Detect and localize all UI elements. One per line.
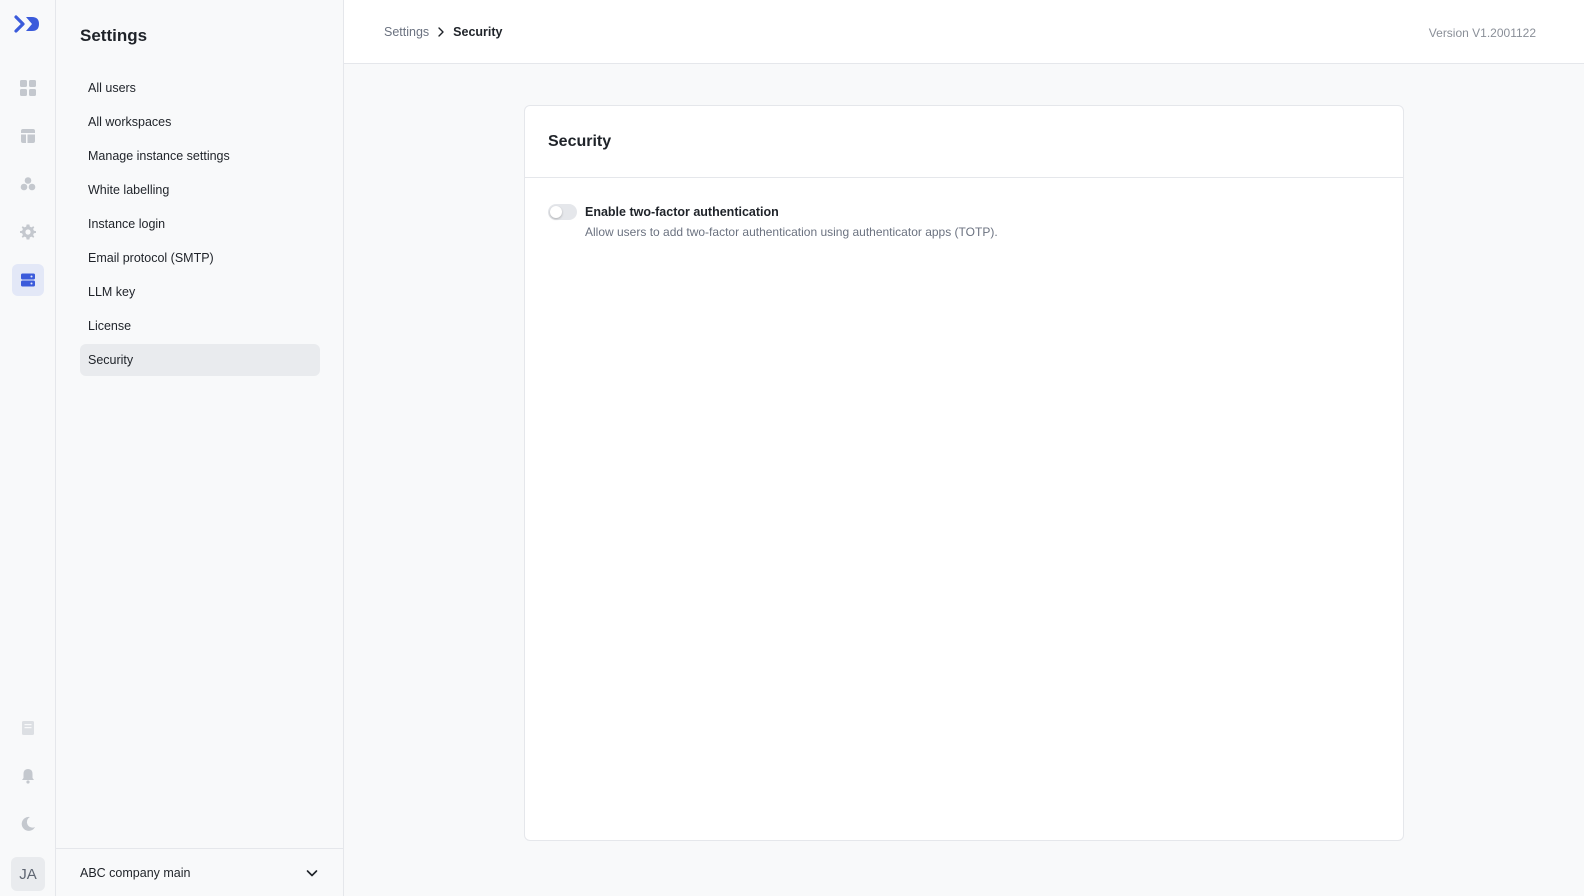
- setting-description: Allow users to add two-factor authentica…: [585, 225, 998, 239]
- sidebar-item-label: White labelling: [88, 183, 170, 197]
- avatar-initials: JA: [19, 865, 37, 883]
- main-content: Settings Security Version V1.2001122 Sec…: [344, 0, 1584, 896]
- sidebar-item-license[interactable]: License: [80, 310, 320, 342]
- setting-text: Enable two-factor authentication Allow u…: [585, 202, 998, 241]
- two-factor-setting: Enable two-factor authentication Allow u…: [548, 202, 998, 241]
- sidebar-item-instance-login[interactable]: Instance login: [80, 208, 320, 240]
- docs-button[interactable]: [12, 712, 44, 744]
- sidebar-item-label: All workspaces: [88, 115, 172, 129]
- settings-button[interactable]: [12, 216, 44, 248]
- workspace-switcher[interactable]: ABC company main: [56, 848, 343, 896]
- sidebar-item-label: License: [88, 319, 132, 333]
- logo-icon[interactable]: [14, 14, 42, 34]
- sidebar-item-label: Email protocol (SMTP): [88, 251, 214, 265]
- sidebar-item-manage-instance-settings[interactable]: Manage instance settings: [80, 140, 320, 172]
- sidebar-item-all-users[interactable]: All users: [80, 72, 320, 104]
- dashboard-button[interactable]: [12, 72, 44, 104]
- tables-button[interactable]: [12, 120, 44, 152]
- moon-icon: [21, 816, 35, 831]
- dashboard-icon: [20, 80, 36, 96]
- server-icon: [21, 273, 35, 287]
- settings-nav: All users All workspaces Manage instance…: [80, 72, 320, 378]
- sidebar-item-label: Instance login: [88, 217, 166, 231]
- avatar[interactable]: JA: [11, 857, 45, 891]
- sidebar-item-email-protocol[interactable]: Email protocol (SMTP): [80, 242, 320, 274]
- sidebar-item-label: Security: [88, 353, 134, 367]
- setting-label: Enable two-factor authentication: [585, 205, 779, 219]
- sidebar-item-label: All users: [88, 81, 136, 95]
- sidebar-item-white-labelling[interactable]: White labelling: [80, 174, 320, 206]
- breadcrumb-parent[interactable]: Settings: [384, 25, 429, 39]
- bell-icon: [22, 769, 34, 784]
- sidebar-item-security[interactable]: Security: [80, 344, 320, 376]
- breadcrumb: Settings Security: [384, 25, 503, 39]
- notifications-button[interactable]: [12, 760, 44, 792]
- card-title: Security: [548, 132, 612, 150]
- sidebar-item-label: Manage instance settings: [88, 149, 230, 163]
- version-label: Version V1.2001122: [1428, 26, 1536, 40]
- breadcrumb-current: Security: [453, 25, 503, 39]
- sidebar-title: Settings: [80, 26, 148, 45]
- top-bar: Settings Security Version V1.2001122: [344, 0, 1584, 64]
- chevron-down-icon: [306, 869, 318, 876]
- groups-button[interactable]: [12, 168, 44, 200]
- sidebar-item-all-workspaces[interactable]: All workspaces: [80, 106, 320, 138]
- theme-toggle-button[interactable]: [12, 808, 44, 840]
- security-card: Security Enable two-factor authenticatio…: [524, 105, 1404, 841]
- table-icon: [21, 129, 35, 143]
- sidebar-item-llm-key[interactable]: LLM key: [80, 276, 320, 308]
- settings-sidebar: Settings All users All workspaces Manage…: [56, 0, 344, 896]
- icon-rail: JA: [0, 0, 56, 896]
- book-icon: [22, 721, 34, 735]
- circles-icon: [20, 177, 36, 191]
- two-factor-toggle[interactable]: [548, 204, 577, 220]
- gear-icon: [20, 224, 36, 240]
- card-header: Security: [525, 106, 1403, 178]
- workspace-name: ABC company main: [80, 865, 191, 880]
- toggle-knob: [550, 206, 562, 218]
- instance-settings-button[interactable]: [12, 264, 44, 296]
- sidebar-item-label: LLM key: [88, 285, 136, 299]
- chevron-right-icon: [438, 27, 444, 37]
